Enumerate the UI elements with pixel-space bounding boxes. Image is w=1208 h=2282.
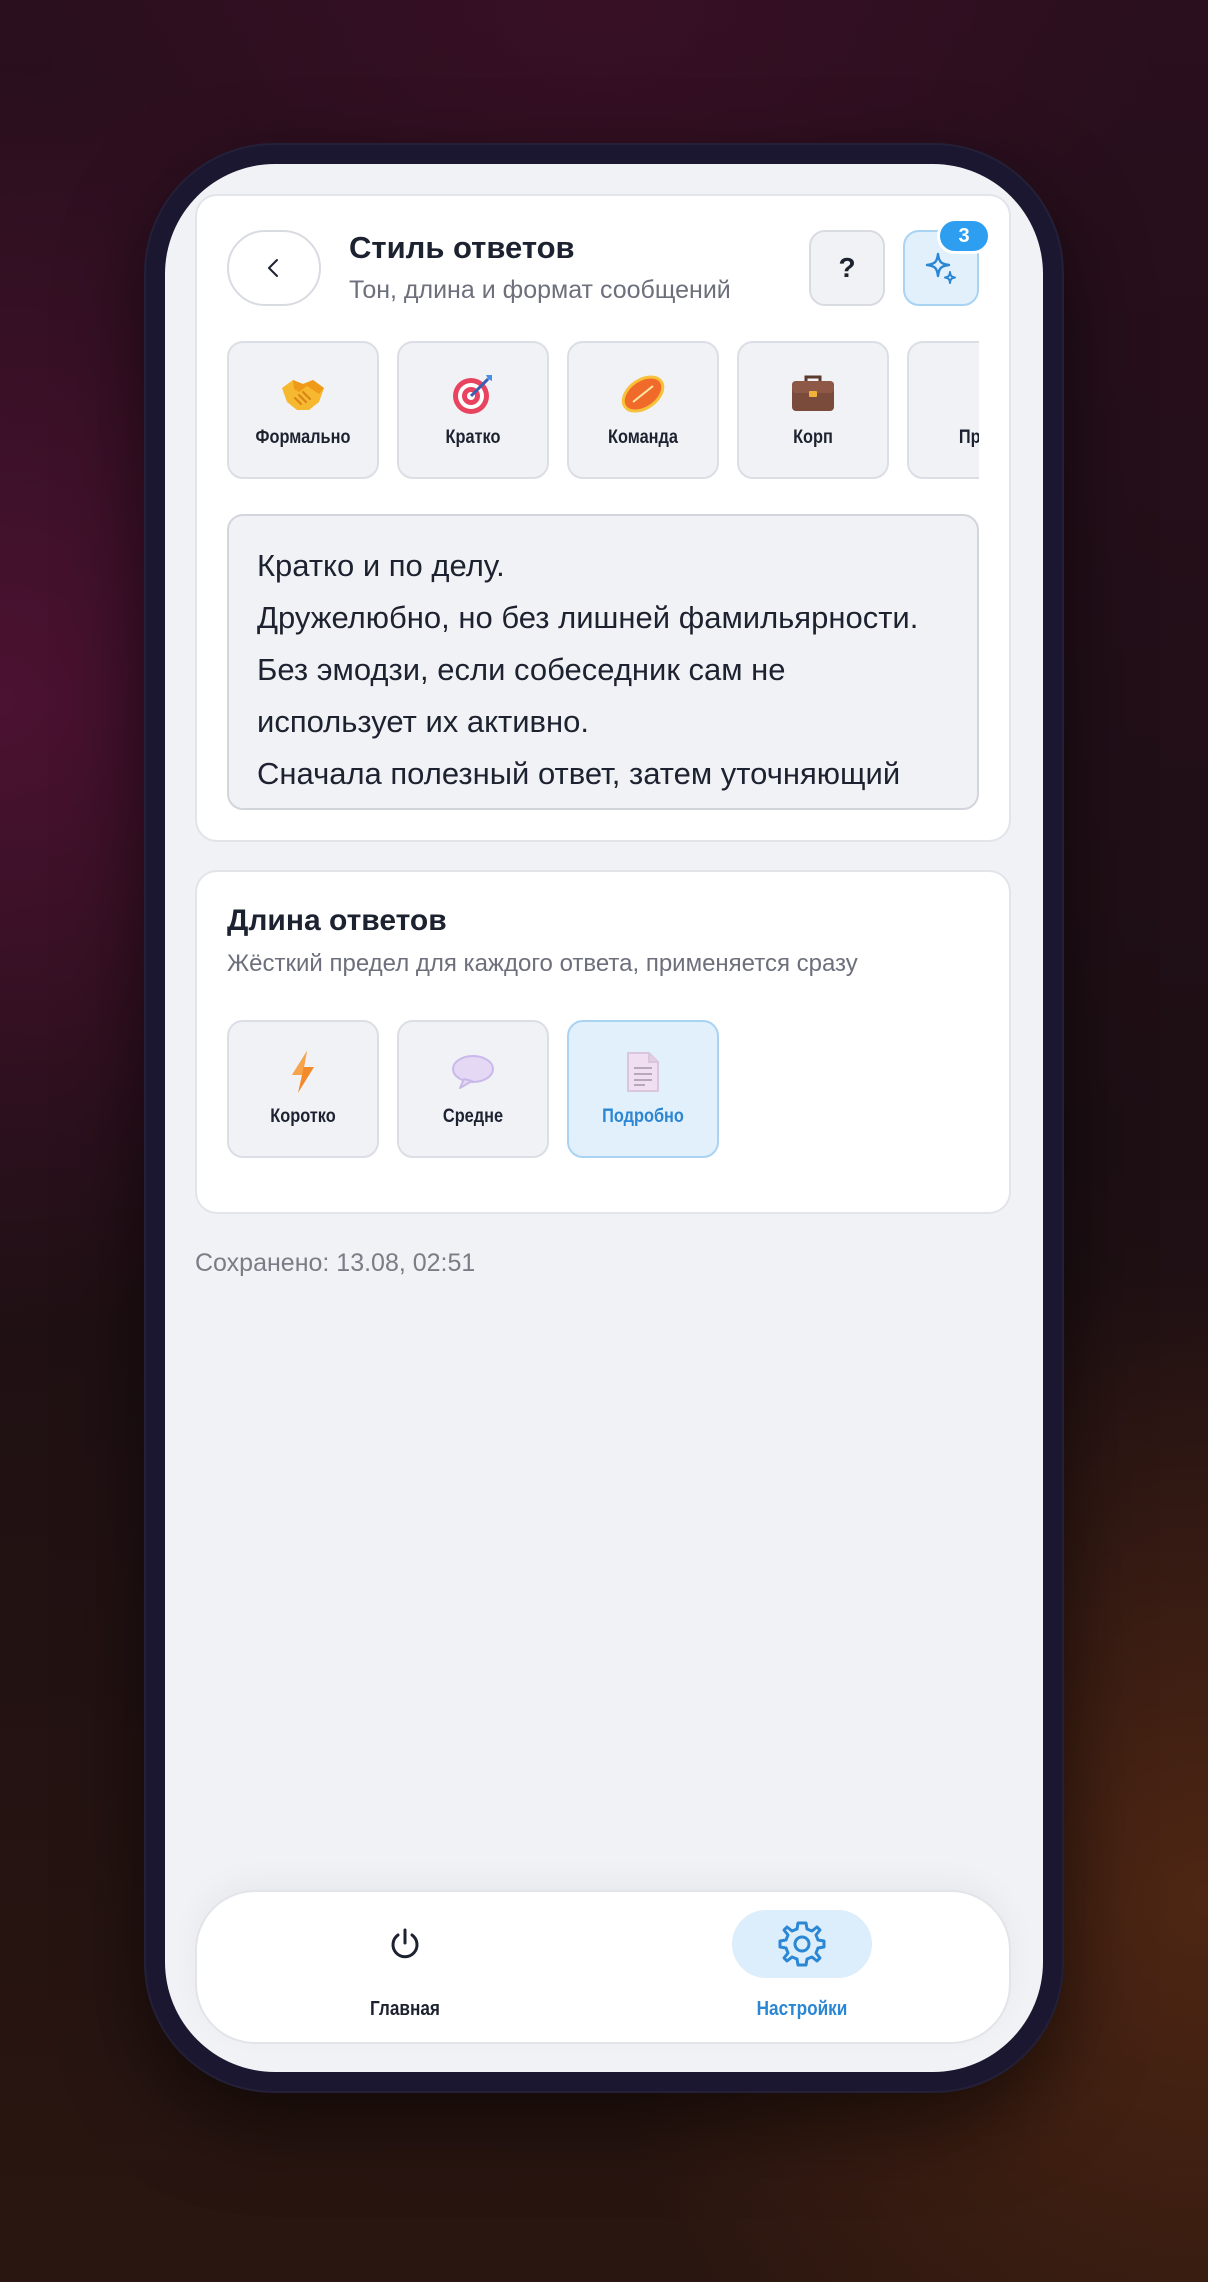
partial-icon bbox=[909, 371, 979, 417]
target-icon bbox=[399, 371, 547, 417]
nav-icon-container bbox=[732, 1910, 872, 1978]
preset-carousel[interactable]: Формально Кратко Команда Корп Пр bbox=[227, 341, 979, 481]
nav-item-home[interactable]: Главная bbox=[305, 1910, 505, 2030]
nav-label-home: Главная bbox=[370, 1998, 440, 2020]
style-card: Стиль ответов Тон, длина и формат сообще… bbox=[195, 194, 1011, 842]
length-card: Длина ответов Жёсткий предел для каждого… bbox=[195, 870, 1011, 1214]
gear-icon bbox=[778, 1921, 826, 1967]
text-line: использует их активно. bbox=[257, 704, 589, 739]
preset-label: Формально bbox=[255, 427, 351, 448]
saved-status: Сохранено: 13.08, 02:51 bbox=[195, 1249, 476, 1277]
briefcase-icon bbox=[739, 371, 887, 417]
text-line: Без эмодзи, если собеседник сам не bbox=[257, 652, 786, 687]
preset-label: Команда bbox=[607, 427, 679, 448]
nav-item-settings[interactable]: Настройки bbox=[702, 1910, 902, 2030]
help-button[interactable]: ? bbox=[809, 230, 885, 306]
length-option-short[interactable]: Коротко bbox=[227, 1020, 379, 1158]
back-button[interactable] bbox=[227, 230, 321, 306]
lightning-icon bbox=[229, 1048, 377, 1096]
text-line: Сначала полезный ответ, затем уточняющий bbox=[257, 756, 901, 791]
preset-partial[interactable]: Пр bbox=[907, 341, 979, 479]
page-subtitle: Тон, длина и формат сообщений bbox=[349, 276, 731, 304]
nav-icon-container bbox=[335, 1910, 475, 1978]
power-icon bbox=[391, 1928, 419, 1959]
notification-badge: 3 bbox=[937, 218, 991, 254]
length-option-label: Подробно bbox=[602, 1106, 684, 1127]
preset-label: Корп bbox=[793, 427, 833, 448]
length-option-label: Средне bbox=[442, 1106, 504, 1127]
length-subtitle: Жёсткий предел для каждого ответа, приме… bbox=[227, 950, 858, 977]
document-icon bbox=[569, 1048, 717, 1096]
preset-label: Пр bbox=[958, 427, 979, 448]
preset-team[interactable]: Команда bbox=[567, 341, 719, 479]
preset-brief[interactable]: Кратко bbox=[397, 341, 549, 479]
length-option-detailed[interactable]: Подробно bbox=[567, 1020, 719, 1158]
speech-bubble-icon bbox=[399, 1048, 547, 1096]
length-title: Длина ответов bbox=[227, 904, 447, 937]
bottom-nav: Главная Настройки bbox=[195, 1890, 1011, 2044]
app-screen: Стиль ответов Тон, длина и формат сообще… bbox=[165, 164, 1043, 2072]
length-option-label: Коротко bbox=[270, 1106, 336, 1127]
preset-formal[interactable]: Формально bbox=[227, 341, 379, 479]
preset-corp[interactable]: Корп bbox=[737, 341, 889, 479]
text-line: Дружелюбно, но без лишней фамильярности. bbox=[257, 600, 919, 635]
preset-label: Кратко bbox=[445, 427, 501, 448]
length-option-medium[interactable]: Средне bbox=[397, 1020, 549, 1158]
rugby-ball-icon bbox=[569, 371, 717, 417]
phone-frame: Стиль ответов Тон, длина и формат сообще… bbox=[144, 143, 1064, 2093]
chevron-left-icon bbox=[268, 259, 278, 277]
text-line: Кратко и по делу. bbox=[257, 548, 505, 583]
handshake-icon bbox=[229, 371, 377, 417]
style-instructions-textarea[interactable]: Кратко и по делу. Дружелюбно, но без лиш… bbox=[227, 514, 979, 810]
sparkle-icon bbox=[925, 252, 956, 284]
nav-label-settings: Настройки bbox=[756, 1998, 848, 2020]
page-title: Стиль ответов bbox=[349, 230, 575, 265]
